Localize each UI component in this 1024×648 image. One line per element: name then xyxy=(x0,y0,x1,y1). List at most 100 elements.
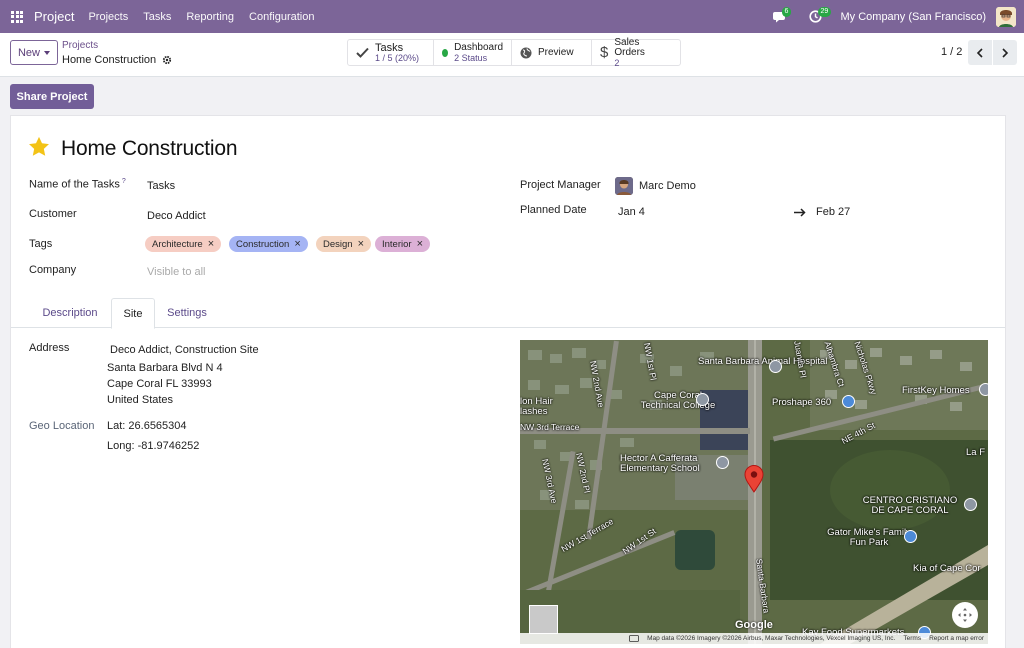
address-line-4[interactable]: United States xyxy=(107,394,173,406)
dashboard-smart-button[interactable]: Dashboard 2 Status xyxy=(434,40,512,65)
status-dot-icon xyxy=(442,48,449,57)
map-poi-cafferata-school[interactable]: Hector A Cafferata Elementary School xyxy=(620,454,715,474)
address-line-2[interactable]: Santa Barbara Blvd N 4 xyxy=(107,362,223,374)
tag-architecture[interactable]: Architecture × xyxy=(145,236,222,252)
tag-construction[interactable]: Construction × xyxy=(229,236,308,252)
map-poi-cape-coral-technical-college[interactable]: Cape Coral Technical College xyxy=(633,391,723,411)
customer-field[interactable]: Deco Addict xyxy=(147,210,206,222)
pager-next-button[interactable] xyxy=(993,40,1017,65)
control-panel: New Projects Home Construction Tasks 1 / … xyxy=(0,33,1024,77)
breadcrumb-projects-link[interactable]: Projects xyxy=(62,40,172,52)
chevron-down-icon xyxy=(44,50,50,55)
tag-label: Design xyxy=(323,238,353,250)
task-name-label-text: Name of the Tasks xyxy=(29,178,120,191)
chat-icon[interactable]: 6 xyxy=(769,6,792,28)
address-line-1[interactable]: Deco Addict, Construction Site xyxy=(110,344,259,356)
map-poi-proshape-360[interactable]: Proshape 360 xyxy=(772,398,831,408)
map-road-nw-3rd-terrace: NW 3rd Terrace xyxy=(520,422,580,432)
tag-design[interactable]: Design × xyxy=(316,236,372,252)
project-title[interactable]: Home Construction xyxy=(61,137,238,161)
project-manager-label: Project Manager xyxy=(520,179,601,191)
planned-end-field[interactable]: Feb 27 xyxy=(816,206,850,218)
site-map[interactable]: Santa Barbara Animal Hospital Cape Coral… xyxy=(520,340,988,644)
map-type-thumbnail[interactable] xyxy=(529,605,558,634)
latitude-value: Lat: 26.6565304 xyxy=(107,420,187,432)
check-icon xyxy=(356,47,369,58)
favorite-star-icon[interactable] xyxy=(28,136,50,157)
dollar-icon: $ xyxy=(600,44,609,61)
poi-shopping-icon[interactable] xyxy=(842,395,855,408)
apps-menu-icon[interactable] xyxy=(0,0,34,33)
chevron-left-icon xyxy=(976,47,983,58)
task-name-label: Name of the Tasks? xyxy=(29,178,126,191)
google-logo: Google xyxy=(735,619,773,631)
map-report-error-link[interactable]: Report a map error xyxy=(929,635,984,642)
map-poi-santa-barbara-animal-hospital[interactable]: Santa Barbara Animal Hospital xyxy=(698,357,827,367)
app-brand[interactable]: Project xyxy=(34,9,74,24)
map-terms-link[interactable]: Terms xyxy=(903,635,921,642)
tab-settings[interactable]: Settings xyxy=(157,298,217,328)
dashboard-title: Dashboard xyxy=(454,41,503,53)
new-button[interactable]: New xyxy=(10,40,58,65)
task-name-field[interactable]: Tasks xyxy=(147,180,175,192)
user-avatar[interactable] xyxy=(996,6,1016,27)
map-poi-kia[interactable]: Kia of Cape Cor xyxy=(913,564,981,574)
map-poi-centro-cristiano[interactable]: CENTRO CRISTIANO DE CAPE CORAL xyxy=(862,496,958,516)
dashboard-value: 2 Status xyxy=(454,52,488,63)
preview-smart-button[interactable]: Preview xyxy=(512,40,592,65)
company-label: Company xyxy=(29,264,77,276)
geo-location-label: Geo Location xyxy=(29,420,95,432)
address-label: Address xyxy=(29,342,70,354)
map-move-control-icon[interactable] xyxy=(952,602,978,628)
chevron-right-icon xyxy=(1002,47,1009,58)
map-data-credit: Map data ©2026 Imagery ©2026 Airbus, Max… xyxy=(647,635,896,642)
tag-label: Interior xyxy=(382,238,412,250)
map-poi-firstkey-homes[interactable]: FirstKey Homes xyxy=(902,386,970,396)
form-sheet: Home Construction Name of the Tasks? Tas… xyxy=(10,115,1006,648)
sales-orders-smart-button[interactable]: $ Sales Orders 2 xyxy=(592,36,680,68)
address-line-3[interactable]: Cape Coral FL 33993 xyxy=(107,378,212,390)
tags-label: Tags xyxy=(29,238,53,250)
poi-school-icon[interactable] xyxy=(716,456,729,469)
menu-projects[interactable]: Projects xyxy=(88,11,128,23)
tag-label: Construction xyxy=(236,238,290,250)
project-manager-field[interactable]: Marc Demo xyxy=(639,180,696,192)
company-field[interactable]: Visible to all xyxy=(147,266,206,278)
tag-interior[interactable]: Interior × xyxy=(375,236,431,252)
remove-tag-icon[interactable]: × xyxy=(208,239,214,250)
tab-description[interactable]: Description xyxy=(29,298,111,328)
menu-reporting[interactable]: Reporting xyxy=(186,11,234,23)
location-pin-icon[interactable] xyxy=(744,465,764,493)
map-poi-gator-mikes[interactable]: Gator Mike's Family Fun Park xyxy=(824,528,914,548)
help-tooltip-icon[interactable]: ? xyxy=(122,178,126,185)
tasks-smart-button[interactable]: Tasks 1 / 5 (20%) xyxy=(348,40,434,65)
poi-shopping-icon[interactable] xyxy=(904,530,917,543)
map-poi-la-f[interactable]: La F xyxy=(966,448,985,458)
gear-icon[interactable] xyxy=(162,55,172,65)
remove-tag-icon[interactable]: × xyxy=(358,239,364,250)
map-poi-hair-lashes[interactable]: lon Hair lashes xyxy=(520,397,570,417)
poi-pin-icon[interactable] xyxy=(979,383,988,396)
activity-clock-icon[interactable]: 29 xyxy=(805,6,832,28)
longitude-value: Long: -81.9746252 xyxy=(107,440,200,452)
company-switcher[interactable]: My Company (San Francisco) xyxy=(841,11,987,23)
arrow-right-icon xyxy=(794,208,806,217)
remove-tag-icon[interactable]: × xyxy=(417,239,423,250)
remove-tag-icon[interactable]: × xyxy=(294,239,300,250)
pager-value[interactable]: 1 / 2 xyxy=(941,46,962,58)
menu-configuration[interactable]: Configuration xyxy=(249,11,314,23)
tab-site[interactable]: Site xyxy=(111,298,155,329)
breadcrumb-current: Home Construction xyxy=(62,54,157,66)
map-attribution: Map data ©2026 Imagery ©2026 Airbus, Max… xyxy=(520,633,988,644)
poi-church-icon[interactable] xyxy=(964,498,977,511)
sales-title: Sales Orders xyxy=(614,36,645,58)
keyboard-icon[interactable] xyxy=(629,635,639,642)
poi-school-icon[interactable] xyxy=(696,393,709,406)
activity-badge: 29 xyxy=(817,6,832,17)
poi-pin-icon[interactable] xyxy=(769,360,782,373)
new-label: New xyxy=(17,46,40,59)
pager-previous-button[interactable] xyxy=(968,40,992,65)
planned-start-field[interactable]: Jan 4 xyxy=(618,206,645,218)
menu-tasks[interactable]: Tasks xyxy=(143,11,171,23)
share-project-button[interactable]: Share Project xyxy=(10,84,94,109)
